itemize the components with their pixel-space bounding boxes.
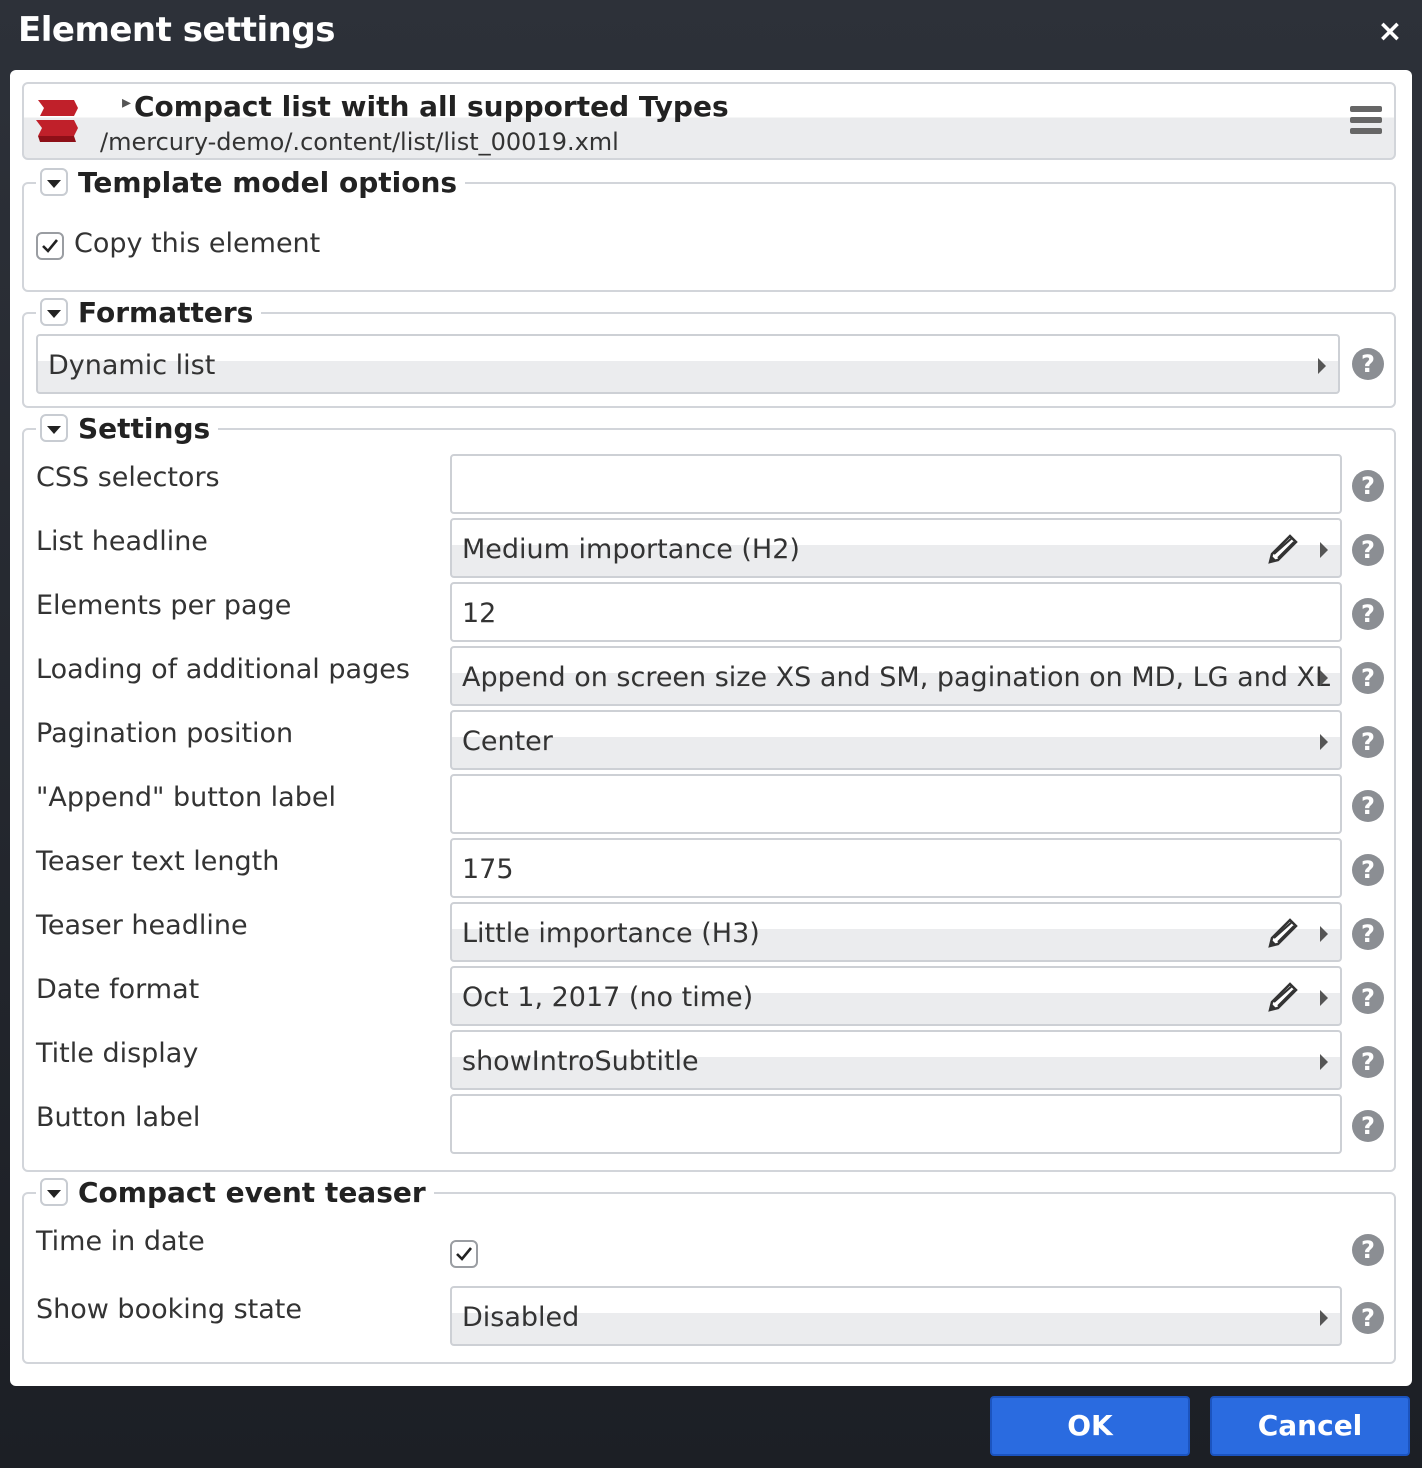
list-headline-select[interactable]: Medium importance (H2) — [450, 518, 1342, 578]
formatter-select[interactable]: Dynamic list — [36, 334, 1340, 394]
resource-path: /mercury-demo/.content/list/list_00019.x… — [100, 128, 619, 156]
help-icon[interactable]: ? — [1352, 1234, 1384, 1266]
chevron-right-icon — [1320, 1310, 1328, 1326]
checkmark-icon — [42, 239, 59, 253]
copy-element-label: Copy this element — [74, 228, 321, 259]
list-type-icon — [36, 100, 78, 142]
date-format-label: Date format — [36, 974, 200, 1005]
pagination-position-label: Pagination position — [36, 718, 294, 749]
template-model-options-group: Template model options Copy this element — [22, 162, 1396, 292]
css-selectors-input[interactable] — [450, 454, 1342, 514]
css-selectors-label: CSS selectors — [36, 462, 220, 493]
help-icon[interactable]: ? — [1352, 534, 1384, 566]
collapse-toggle-icon[interactable] — [40, 168, 68, 196]
compact-event-teaser-group: Compact event teaser Time in date ? Show… — [22, 1172, 1396, 1364]
element-settings-dialog: Element settings × ▸ Compact list with a… — [0, 0, 1422, 1468]
loading-additional-pages-label: Loading of additional pages — [36, 654, 410, 685]
copy-element-checkbox[interactable] — [36, 232, 64, 260]
chevron-right-icon — [1320, 926, 1328, 942]
formatters-legend: Formatters — [36, 292, 262, 332]
expand-arrow-icon[interactable]: ▸ — [122, 92, 131, 113]
dialog-body: ▸ Compact list with all supported Types … — [10, 70, 1412, 1386]
elements-per-page-input[interactable]: 12 — [450, 582, 1342, 642]
pencil-icon[interactable] — [1264, 978, 1302, 1016]
resource-title: Compact list with all supported Types — [134, 90, 729, 123]
date-format-select[interactable]: Oct 1, 2017 (no time) — [450, 966, 1342, 1026]
help-icon[interactable]: ? — [1352, 348, 1384, 380]
title-display-select[interactable]: showIntroSubtitle — [450, 1030, 1342, 1090]
compact-event-teaser-legend: Compact event teaser — [36, 1172, 434, 1212]
ok-button[interactable]: OK — [990, 1396, 1190, 1456]
chevron-right-icon — [1318, 358, 1326, 374]
checkmark-icon — [456, 1247, 473, 1261]
help-icon[interactable]: ? — [1352, 982, 1384, 1014]
help-icon[interactable]: ? — [1352, 1302, 1384, 1334]
menu-icon[interactable] — [1350, 106, 1382, 138]
help-icon[interactable]: ? — [1352, 854, 1384, 886]
time-in-date-label: Time in date — [36, 1226, 205, 1257]
button-label-label: Button label — [36, 1102, 201, 1133]
teaser-text-length-input[interactable]: 175 — [450, 838, 1342, 898]
show-booking-state-select[interactable]: Disabled — [450, 1286, 1342, 1346]
collapse-toggle-icon[interactable] — [40, 1178, 68, 1206]
help-icon[interactable]: ? — [1352, 726, 1384, 758]
help-icon[interactable]: ? — [1352, 598, 1384, 630]
dialog-title: Element settings — [18, 10, 335, 50]
title-display-label: Title display — [36, 1038, 199, 1069]
chevron-right-icon — [1320, 542, 1328, 558]
chevron-right-icon — [1320, 734, 1328, 750]
chevron-right-icon — [1320, 990, 1328, 1006]
pencil-icon[interactable] — [1264, 914, 1302, 952]
append-button-label-label: "Append" button label — [36, 782, 336, 813]
formatters-group: Formatters Dynamic list ? — [22, 292, 1396, 408]
dialog-titlebar: Element settings × — [0, 0, 1422, 68]
show-booking-state-label: Show booking state — [36, 1294, 302, 1325]
cancel-button[interactable]: Cancel — [1210, 1396, 1410, 1456]
close-icon[interactable]: × — [1374, 14, 1406, 50]
loading-additional-pages-select[interactable]: Append on screen size XS and SM, paginat… — [450, 646, 1342, 706]
settings-legend: Settings — [36, 408, 219, 448]
resource-info-box: ▸ Compact list with all supported Types … — [22, 82, 1396, 160]
chevron-right-icon — [1320, 670, 1328, 686]
help-icon[interactable]: ? — [1352, 470, 1384, 502]
collapse-toggle-icon[interactable] — [40, 414, 68, 442]
collapse-toggle-icon[interactable] — [40, 298, 68, 326]
help-icon[interactable]: ? — [1352, 918, 1384, 950]
pencil-icon[interactable] — [1264, 530, 1302, 568]
formatter-value: Dynamic list — [48, 350, 216, 381]
button-label-input[interactable] — [450, 1094, 1342, 1154]
help-icon[interactable]: ? — [1352, 662, 1384, 694]
teaser-headline-label: Teaser headline — [36, 910, 248, 941]
elements-per-page-label: Elements per page — [36, 590, 292, 621]
teaser-headline-select[interactable]: Little importance (H3) — [450, 902, 1342, 962]
time-in-date-checkbox[interactable] — [450, 1240, 478, 1268]
append-button-label-input[interactable] — [450, 774, 1342, 834]
help-icon[interactable]: ? — [1352, 1046, 1384, 1078]
help-icon[interactable]: ? — [1352, 1110, 1384, 1142]
list-headline-label: List headline — [36, 526, 208, 557]
settings-group: Settings CSS selectors ? List headline M… — [22, 408, 1396, 1172]
chevron-right-icon — [1320, 1054, 1328, 1070]
pagination-position-select[interactable]: Center — [450, 710, 1342, 770]
template-model-options-legend: Template model options — [36, 162, 466, 202]
teaser-text-length-label: Teaser text length — [36, 846, 280, 877]
help-icon[interactable]: ? — [1352, 790, 1384, 822]
